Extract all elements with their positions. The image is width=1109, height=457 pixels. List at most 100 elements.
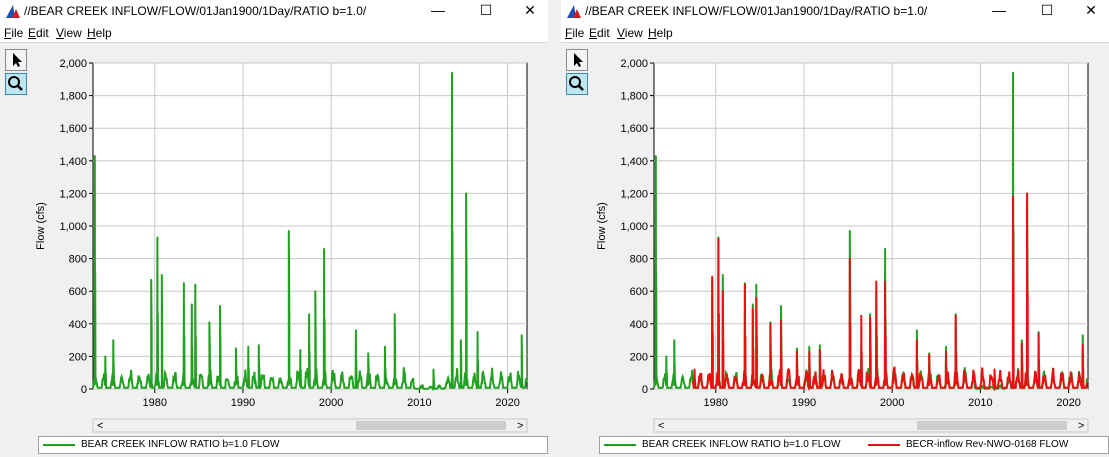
menu-help[interactable]: Help	[87, 26, 112, 40]
menu-bar: File Edit View Help	[561, 24, 1109, 43]
data-point	[1081, 334, 1084, 337]
data-point	[182, 282, 185, 284]
title-bar[interactable]: //BEAR CREEK INFLOW/FLOW/01Jan1900/1Day/…	[561, 0, 1109, 22]
y-tick-label: 800	[630, 254, 648, 266]
y-axis-label: Flow (cfs)	[596, 202, 608, 250]
data-point	[314, 290, 317, 293]
data-point	[884, 280, 887, 283]
y-tick-label: 200	[69, 351, 87, 363]
data-point	[465, 192, 468, 195]
data-point	[954, 314, 957, 317]
data-point	[717, 236, 720, 239]
y-tick-label: 0	[642, 384, 648, 396]
window-title: //BEAR CREEK INFLOW/FLOW/01Jan1900/1Day/…	[24, 4, 367, 18]
y-tick-label: 1,600	[620, 123, 648, 135]
data-point	[1012, 71, 1014, 74]
data-point	[769, 321, 772, 324]
data-point	[711, 275, 714, 278]
x-tick-label: 1980	[143, 397, 167, 409]
x-tick-label: 2010	[968, 397, 992, 409]
data-point	[93, 155, 96, 157]
data-point	[848, 229, 851, 232]
data-point	[780, 304, 782, 307]
menu-file[interactable]: File	[4, 26, 23, 40]
y-tick-label: 1,800	[59, 91, 87, 103]
y-tick-label: 1,000	[59, 221, 87, 233]
data-point	[673, 339, 676, 341]
data-point	[459, 339, 462, 341]
data-point	[884, 247, 887, 250]
data-point	[1081, 344, 1084, 346]
scroll-left-arrow: <	[658, 420, 664, 432]
y-tick-label: 600	[630, 286, 648, 298]
data-point	[367, 352, 370, 355]
data-point	[104, 355, 107, 358]
data-point	[150, 278, 153, 281]
data-point	[860, 314, 863, 317]
data-point	[1037, 332, 1040, 335]
legend-swatch	[43, 444, 75, 446]
data-point	[751, 303, 754, 306]
data-point	[299, 348, 302, 351]
y-tick-label: 1,200	[620, 188, 648, 200]
x-tick-label: 2010	[407, 397, 431, 409]
minimize-button[interactable]: —	[979, 0, 1019, 22]
menu-edit[interactable]: Edit	[589, 26, 610, 40]
data-point	[915, 339, 918, 341]
y-tick-label: 2,000	[620, 58, 648, 70]
app-icon	[6, 5, 20, 18]
data-point	[247, 345, 250, 348]
data-point	[717, 238, 720, 240]
close-button[interactable]: ✕	[510, 0, 548, 22]
data-point	[869, 313, 872, 315]
legend-label: BEAR CREEK INFLOW RATIO b=1.0 FLOW	[81, 439, 280, 450]
data-point	[743, 282, 746, 284]
title-bar[interactable]: //BEAR CREEK INFLOW/FLOW/01Jan1900/1Day/…	[0, 0, 548, 22]
flow-chart[interactable]: 0 200 400 600 800 1,000 1,200 1,400 1,600 1,800 2,…	[0, 43, 548, 457]
scroll-right-arrow: >	[1078, 420, 1084, 432]
maximize-button[interactable]: ☐	[1027, 0, 1067, 22]
data-point	[160, 274, 163, 276]
scroll-right-arrow: >	[517, 420, 523, 432]
data-point	[393, 313, 396, 315]
flow-chart[interactable]: 0 200 400 600 800 1,000 1,200 1,400 1,600 1,800 2,…	[561, 43, 1109, 457]
data-point	[915, 329, 918, 332]
legend-label: BEAR CREEK INFLOW RATIO b=1.0 FLOW	[642, 439, 841, 450]
data-point	[257, 344, 260, 346]
data-point	[654, 155, 657, 157]
plot-area-container: 0 200 400 600 800 1,000 1,200 1,400 1,600 1,800 2,…	[0, 43, 548, 457]
menu-view[interactable]: View	[617, 26, 643, 40]
h-scrollbar-thumb	[917, 421, 1067, 430]
data-point	[945, 350, 947, 353]
x-tick-label: 2000	[319, 397, 343, 409]
data-point	[875, 280, 878, 283]
h-scrollbar-thumb	[356, 421, 506, 430]
menu-help[interactable]: Help	[648, 26, 673, 40]
y-tick-label: 1,000	[620, 221, 648, 233]
data-point	[190, 303, 193, 306]
menu-file[interactable]: File	[565, 26, 584, 40]
x-tick-label: 2020	[1056, 397, 1080, 409]
data-point	[1037, 331, 1040, 333]
data-point	[194, 283, 197, 286]
legend-swatch	[868, 444, 900, 446]
data-point	[1020, 342, 1023, 345]
y-tick-label: 400	[69, 319, 87, 331]
menu-view[interactable]: View	[56, 26, 82, 40]
minimize-button[interactable]: —	[418, 0, 458, 22]
data-point	[945, 345, 947, 348]
data-point	[993, 368, 996, 371]
menu-edit[interactable]: Edit	[28, 26, 49, 40]
legend: BEAR CREEK INFLOW RATIO b=1.0 FLOW BECR-…	[599, 436, 1109, 454]
plot-window-right: //BEAR CREEK INFLOW/FLOW/01Jan1900/1Day/…	[561, 0, 1109, 457]
data-point	[208, 321, 211, 324]
x-tick-label: 1990	[792, 397, 816, 409]
scroll-left-arrow: <	[97, 420, 103, 432]
data-point	[808, 345, 811, 348]
data-point	[780, 319, 782, 322]
maximize-button[interactable]: ☐	[466, 0, 506, 22]
data-point	[818, 344, 821, 346]
data-point	[743, 283, 746, 286]
close-button[interactable]: ✕	[1071, 0, 1109, 22]
data-point	[796, 347, 798, 350]
